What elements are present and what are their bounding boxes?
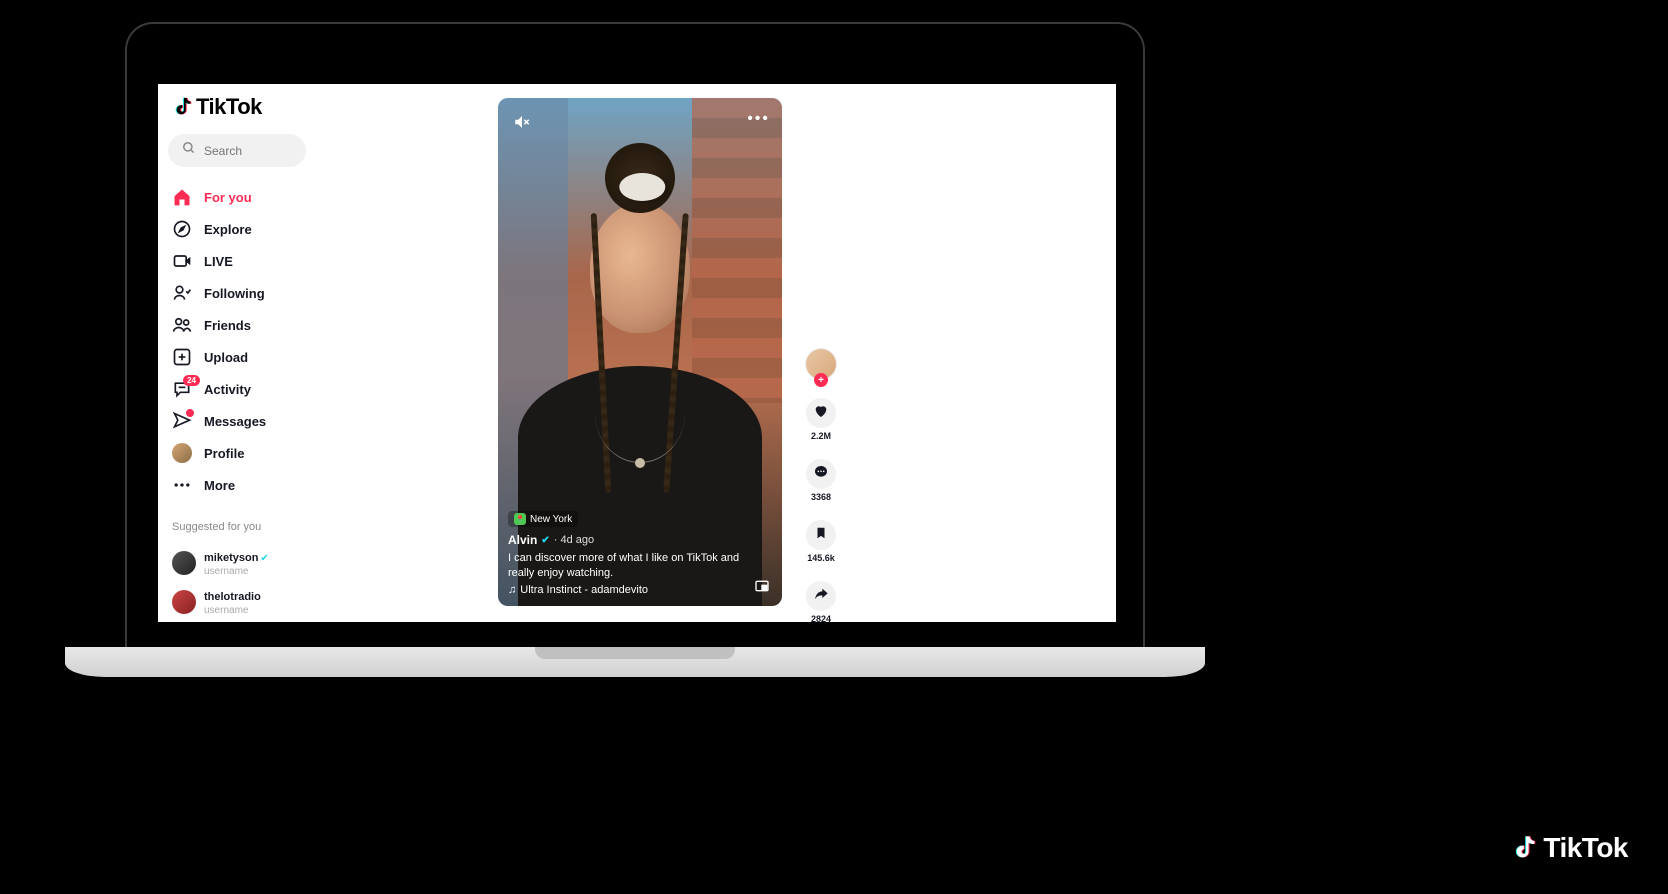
nav-for-you[interactable]: For you (168, 181, 368, 213)
suggested-user[interactable]: miketyson✔ username (168, 543, 368, 582)
location-text: New York (530, 514, 572, 525)
video-info: 📍 New York Alvin ✔ · 4d ago I can discov… (508, 509, 742, 596)
tiktok-note-icon (1511, 834, 1539, 862)
nav-friends[interactable]: Friends (168, 309, 368, 341)
nav-label: More (204, 478, 235, 493)
follow-button[interactable]: + (814, 373, 828, 387)
activity-badge: 24 (183, 375, 200, 386)
music-note-icon: ♫ (508, 584, 516, 596)
nav-label: Profile (204, 446, 244, 461)
users-icon (172, 315, 192, 335)
user-check-icon (172, 283, 192, 303)
verified-icon: ✔ (260, 553, 268, 564)
suggested-name: thelotradio (204, 591, 261, 603)
comment-icon (813, 464, 829, 485)
location-tag[interactable]: 📍 New York (508, 511, 578, 527)
tiktok-note-icon (172, 96, 194, 118)
messages-dot (186, 409, 194, 417)
nav-list: For you Explore LIVE Following Friends (168, 181, 368, 501)
author-avatar[interactable]: + (805, 348, 837, 380)
comment-button[interactable]: 3368 (806, 459, 836, 502)
nav-label: For you (204, 190, 252, 205)
post-time: · 4d ago (554, 534, 594, 546)
suggested-user[interactable]: moonboy✔ username (168, 621, 368, 622)
compass-icon (172, 219, 192, 239)
avatar-icon (172, 443, 192, 463)
nav-following[interactable]: Following (168, 277, 368, 309)
share-icon (813, 586, 829, 607)
message-icon: 24 (172, 379, 192, 399)
suggested-name: miketyson (204, 552, 258, 564)
nav-label: Friends (204, 318, 251, 333)
nav-upload[interactable]: Upload (168, 341, 368, 373)
suggested-section: Suggested for you miketyson✔ username th… (168, 521, 368, 622)
nav-live[interactable]: LIVE (168, 245, 368, 277)
nav-more[interactable]: More (168, 469, 368, 501)
video-more-button[interactable]: ••• (747, 110, 770, 128)
app-logo-text: TikTok (196, 94, 262, 120)
watermark-logo: TikTok (1511, 832, 1628, 864)
laptop-mockup: TikTok For you Explore L (65, 22, 1205, 682)
nav-explore[interactable]: Explore (168, 213, 368, 245)
like-count: 2.2M (811, 431, 831, 441)
nav-label: Upload (204, 350, 248, 365)
nav-messages[interactable]: Messages (168, 405, 368, 437)
nav-label: Activity (204, 382, 251, 397)
share-count: 2824 (811, 614, 831, 622)
avatar-icon (172, 551, 196, 575)
send-icon (172, 411, 192, 431)
sidebar: TikTok For you Explore L (168, 94, 368, 622)
suggested-user[interactable]: thelotradio username (168, 582, 368, 621)
more-icon (172, 475, 192, 495)
heart-icon (813, 403, 829, 424)
search-input[interactable] (204, 144, 292, 158)
app-screen: TikTok For you Explore L (158, 84, 1116, 622)
music-info[interactable]: ♫ Ultra Instinct - adamdevito (508, 584, 742, 596)
author-name: Alvin (508, 533, 537, 547)
search-icon (182, 141, 196, 160)
music-title: Ultra Instinct - adamdevito (520, 584, 648, 596)
save-button[interactable]: 145.6k (806, 520, 836, 563)
nav-label: Messages (204, 414, 266, 429)
suggested-header: Suggested for you (168, 521, 368, 533)
comment-count: 3368 (811, 492, 831, 502)
bookmark-icon (814, 526, 828, 545)
suggested-sub: username (204, 605, 261, 617)
live-icon (172, 251, 192, 271)
nav-label: Following (204, 286, 265, 301)
avatar-icon (172, 590, 196, 614)
nav-activity[interactable]: 24 Activity (168, 373, 368, 405)
watermark-text: TikTok (1543, 832, 1628, 864)
action-rail: + 2.2M 3368 145.6k 2824 (796, 348, 846, 622)
mute-button[interactable] (510, 110, 534, 134)
pip-button[interactable] (752, 576, 772, 596)
app-logo[interactable]: TikTok (168, 94, 368, 120)
video-player[interactable]: ••• 📍 New York Alvin ✔ · 4d ago I can di… (498, 98, 782, 606)
suggested-sub: username (204, 566, 269, 578)
video-caption: I can discover more of what I like on Ti… (508, 551, 742, 580)
laptop-notch (535, 647, 735, 659)
verified-icon: ✔ (541, 535, 549, 546)
plus-square-icon (172, 347, 192, 367)
nav-label: LIVE (204, 254, 233, 269)
save-count: 145.6k (807, 553, 835, 563)
author-line[interactable]: Alvin ✔ · 4d ago (508, 533, 742, 547)
search-box[interactable] (168, 134, 306, 167)
like-button[interactable]: 2.2M (806, 398, 836, 441)
nav-label: Explore (204, 222, 252, 237)
location-pin-icon: 📍 (514, 513, 526, 525)
share-button[interactable]: 2824 (806, 581, 836, 622)
home-icon (172, 187, 192, 207)
nav-profile[interactable]: Profile (168, 437, 368, 469)
